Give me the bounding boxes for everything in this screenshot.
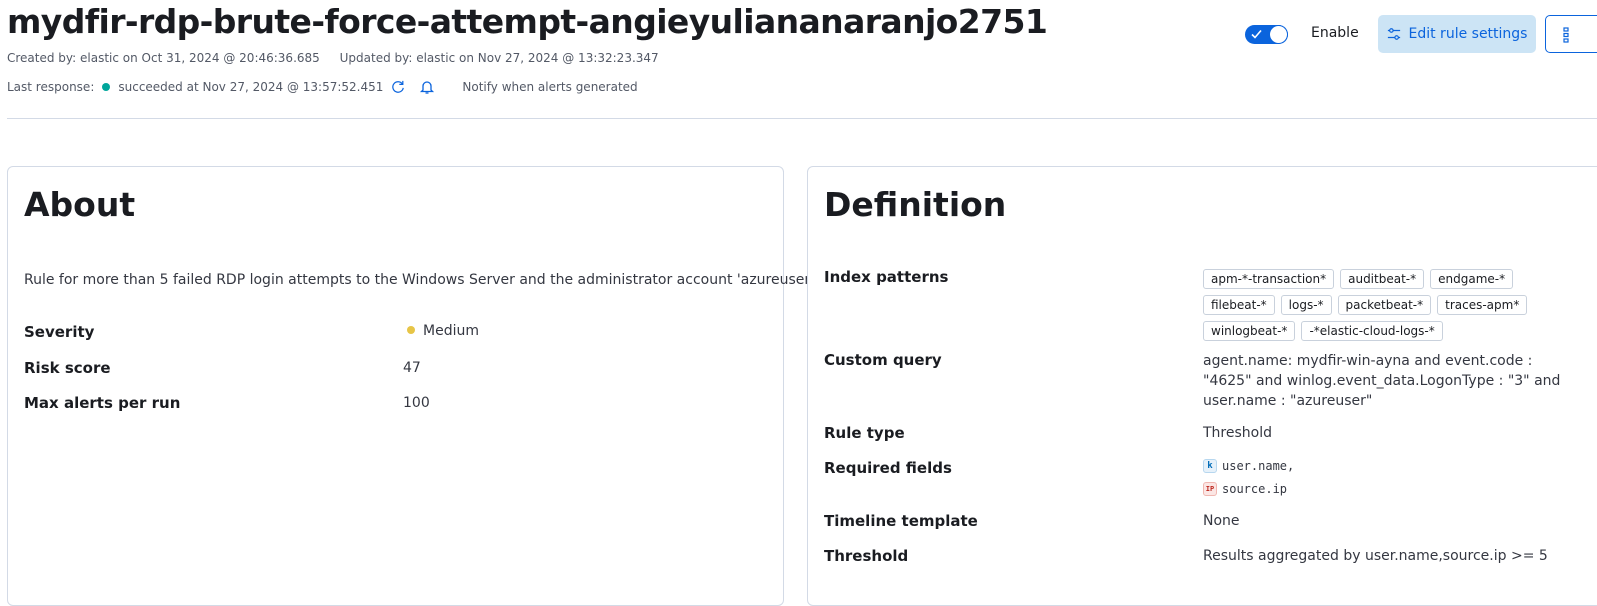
toggle-knob: [1270, 26, 1287, 43]
edit-rule-settings-label: Edit rule settings: [1408, 26, 1528, 42]
refresh-icon[interactable]: [391, 80, 405, 94]
created-by-text: Created by: elastic on Oct 31, 2024 @ 20…: [7, 51, 320, 65]
custom-query-label: Custom query: [824, 351, 942, 369]
rule-type-label: Rule type: [824, 424, 905, 442]
index-patterns-list: apm-*-transaction* auditbeat-* endgame-*…: [1203, 269, 1533, 341]
keyword-icon: k: [1203, 459, 1217, 473]
index-pattern-badge: packetbeat-*: [1337, 295, 1432, 315]
index-pattern-badge: auditbeat-*: [1340, 269, 1425, 289]
severity-value: Medium: [407, 323, 479, 339]
required-field-name: user.name,: [1222, 459, 1295, 473]
more-actions-button[interactable]: [1545, 15, 1597, 53]
index-patterns-label: Index patterns: [824, 268, 949, 286]
timeline-template-label: Timeline template: [824, 512, 978, 530]
notify-text: Notify when alerts generated: [462, 80, 638, 94]
risk-score-label: Risk score: [24, 359, 111, 377]
threshold-value: Results aggregated by user.name,source.i…: [1203, 548, 1548, 564]
ip-icon: IP: [1203, 482, 1217, 496]
last-response-label: Last response:: [7, 80, 95, 94]
about-heading: About: [24, 185, 136, 224]
max-alerts-label: Max alerts per run: [24, 394, 181, 412]
index-pattern-badge: apm-*-transaction*: [1203, 269, 1335, 289]
required-field-item: k user.name,: [1203, 457, 1294, 475]
last-response: Last response: succeeded at Nov 27, 2024…: [7, 77, 638, 97]
boxes-vertical-icon: [1563, 27, 1569, 43]
severity-dot-icon: [407, 326, 415, 334]
updated-by-text: Updated by: elastic on Nov 27, 2024 @ 13…: [339, 51, 659, 65]
enable-label: Enable: [1311, 25, 1359, 41]
index-pattern-badge: -*elastic-cloud-logs-*: [1301, 321, 1443, 341]
required-field-name: source.ip: [1222, 482, 1288, 496]
rule-title: mydfir-rdp-brute-force-attempt-angieyuli…: [7, 2, 1048, 41]
about-panel: About Rule for more than 5 failed RDP lo…: [7, 166, 818, 606]
enable-toggle[interactable]: [1245, 25, 1288, 44]
rule-description: Rule for more than 5 failed RDP login at…: [24, 272, 819, 288]
definition-heading: Definition: [824, 185, 1007, 224]
settings-sliders-icon: [1387, 28, 1400, 40]
required-field-item: IP source.ip: [1203, 480, 1294, 498]
severity-text: Medium: [423, 323, 479, 339]
required-fields-label: Required fields: [824, 459, 952, 477]
index-pattern-badge: winlogbeat-*: [1203, 321, 1296, 341]
definition-panel: Definition Index patterns apm-*-transact…: [807, 166, 1597, 606]
header-divider: [7, 118, 1597, 119]
index-pattern-badge: filebeat-*: [1203, 295, 1275, 315]
last-response-value: succeeded at Nov 27, 2024 @ 13:57:52.451: [118, 80, 384, 94]
index-pattern-badge: traces-apm*: [1437, 295, 1528, 315]
timeline-template-value: None: [1203, 513, 1240, 529]
index-pattern-badge: endgame-*: [1430, 269, 1514, 289]
rule-meta: Created by: elastic on Oct 31, 2024 @ 20…: [7, 51, 659, 65]
rule-type-value: Threshold: [1203, 425, 1272, 441]
max-alerts-value: 100: [403, 395, 430, 411]
check-icon: [1251, 29, 1262, 39]
index-pattern-badge: logs-*: [1280, 295, 1332, 315]
bell-icon[interactable]: [419, 79, 435, 95]
required-fields-list: k user.name, IP source.ip: [1203, 457, 1294, 498]
severity-label: Severity: [24, 323, 95, 341]
status-dot-icon: [102, 83, 111, 91]
edit-rule-settings-button[interactable]: Edit rule settings: [1378, 15, 1536, 53]
risk-score-value: 47: [403, 360, 421, 376]
threshold-label: Threshold: [824, 547, 909, 565]
custom-query-value: agent.name: mydfir-win-ayna and event.co…: [1203, 353, 1561, 409]
